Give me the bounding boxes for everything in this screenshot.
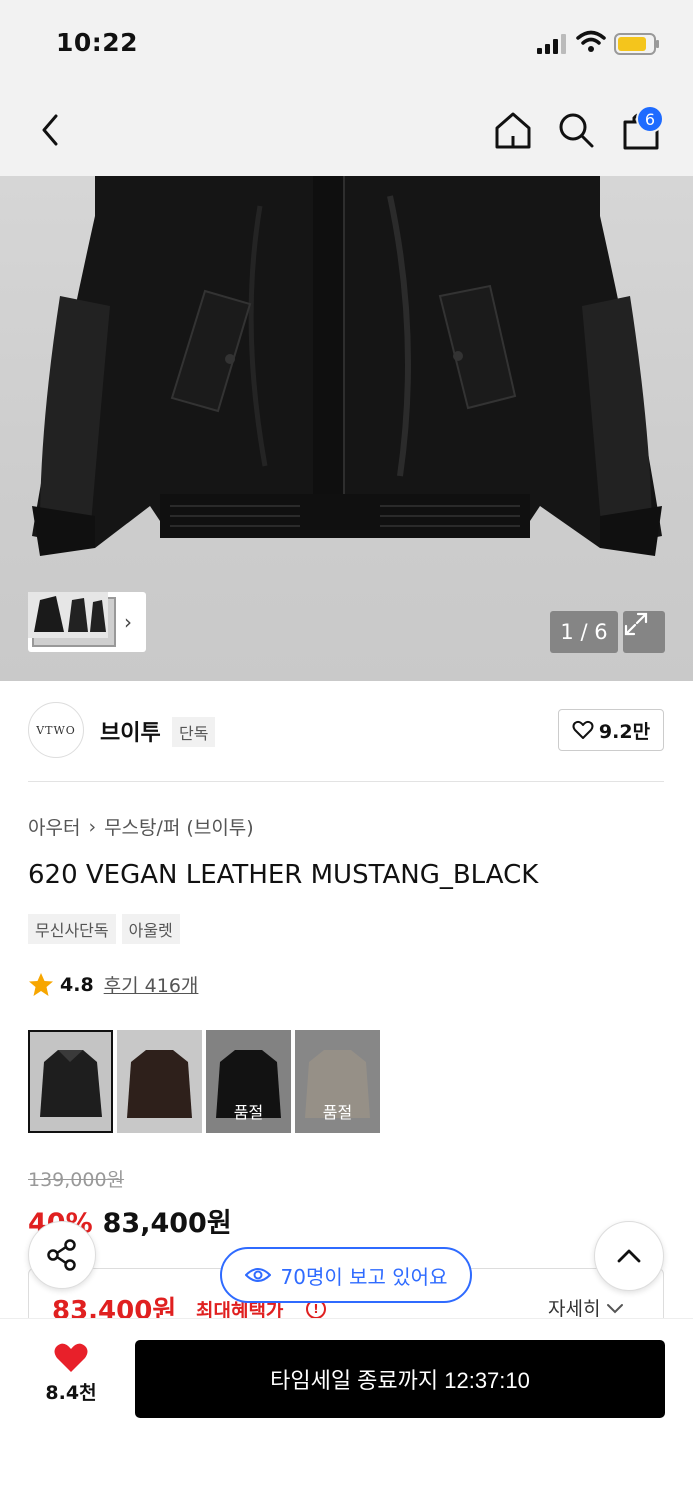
home-icon: [495, 112, 531, 149]
thumbnail-jacket-image: [28, 592, 108, 638]
wifi-icon: [576, 30, 606, 52]
search-icon: [559, 113, 594, 148]
breadcrumb: 아우터 › 무스탕/퍼 (브이투): [28, 813, 254, 840]
eye-icon: [244, 1268, 271, 1282]
wishlist-button[interactable]: 8.4천: [36, 1342, 106, 1405]
color-variant-list: 품절 품절: [28, 1030, 380, 1133]
share-button[interactable]: [28, 1221, 96, 1289]
gallery-thumbnail[interactable]: [28, 592, 116, 647]
chevron-right-icon: ›: [88, 815, 97, 838]
chevron-down-icon: [607, 1303, 624, 1313]
color-variant-ivory[interactable]: 품절: [295, 1030, 380, 1133]
original-price: 139,000원: [28, 1169, 125, 1191]
search-button[interactable]: [554, 108, 598, 152]
chevron-up-icon: [617, 1249, 641, 1263]
product-image-gallery[interactable]: › 1 / 6: [0, 176, 693, 681]
variant-image: [30, 1032, 111, 1131]
brand-exclusive-tag: 단독: [172, 717, 216, 747]
home-button[interactable]: [490, 106, 536, 154]
scroll-to-top-button[interactable]: [594, 1221, 664, 1291]
battery-icon: [614, 33, 659, 55]
color-variant-brown[interactable]: [117, 1030, 202, 1133]
brand-name[interactable]: 브이투: [100, 715, 161, 747]
divider: [28, 781, 664, 782]
fullscreen-button[interactable]: [623, 611, 665, 653]
share-icon: [47, 1239, 76, 1271]
viewers-text: 70명이 보고 있어요: [280, 1264, 448, 1289]
cart-count-badge: 6: [636, 105, 664, 133]
color-variant-black-fur[interactable]: 품절: [206, 1030, 291, 1133]
detail-link-label: 자세히: [548, 1298, 601, 1320]
cellular-signal-icon: [537, 34, 566, 54]
live-viewers-pill: 70명이 보고 있어요: [220, 1247, 472, 1303]
rating-summary: 4.8 후기 416개: [28, 971, 198, 998]
heart-outline-icon: [572, 720, 594, 739]
chevron-right-icon: ›: [124, 610, 132, 634]
rating-score: 4.8: [60, 973, 94, 996]
benefit-detail-link[interactable]: 자세히: [548, 1294, 624, 1321]
sold-out-overlay: 품절: [206, 1030, 291, 1133]
sale-price: 83,400원: [102, 1208, 232, 1239]
product-tags: 무신사단독 아울렛: [28, 914, 180, 944]
status-time: 10:22: [56, 28, 139, 57]
star-icon: [29, 972, 53, 996]
gallery-page-counter: 1 / 6: [550, 611, 618, 653]
top-bar: 10:22 6: [0, 0, 693, 176]
review-count-link[interactable]: 후기 416개: [104, 971, 199, 998]
expand-icon: [624, 612, 648, 636]
product-title: 620 VEGAN LEATHER MUSTANG_BLACK: [28, 860, 539, 890]
brand-like-button[interactable]: 9.2만: [558, 709, 664, 751]
purchase-button[interactable]: 타임세일 종료까지 12:37:10: [135, 1340, 665, 1418]
color-variant-black[interactable]: [28, 1030, 113, 1133]
brand-logo[interactable]: VTWO: [28, 702, 84, 758]
sold-out-overlay: 품절: [295, 1030, 380, 1133]
chevron-left-icon: [42, 114, 58, 146]
breadcrumb-category[interactable]: 아우터: [28, 813, 80, 840]
breadcrumb-subcategory[interactable]: 무스탕/퍼 (브이투): [104, 813, 254, 840]
heart-filled-icon: [54, 1343, 88, 1372]
brand-like-count: 9.2만: [598, 720, 651, 743]
product-tag: 무신사단독: [28, 914, 116, 944]
variant-image: [117, 1030, 202, 1133]
wishlist-count: 8.4천: [45, 1382, 97, 1404]
back-button[interactable]: [30, 108, 70, 152]
gallery-thumbnail-strip[interactable]: ›: [28, 592, 146, 652]
product-tag: 아울렛: [121, 914, 180, 944]
